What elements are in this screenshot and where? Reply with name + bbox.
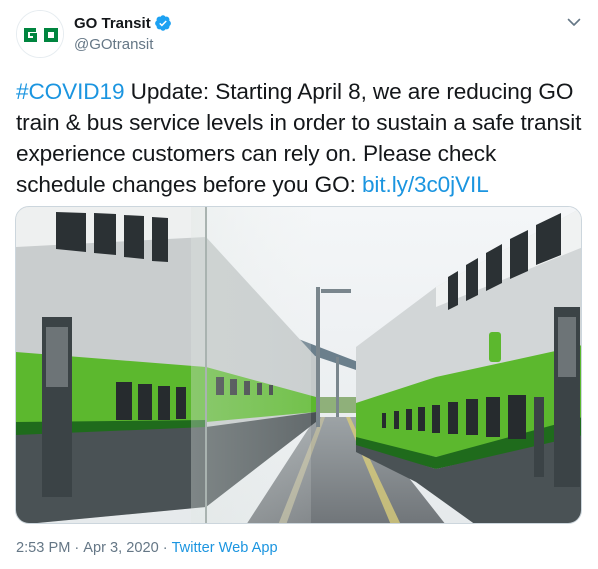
train-platform-photo — [16, 207, 581, 523]
avatar[interactable] — [16, 10, 64, 58]
author-block: GO Transit @GOtransit — [74, 13, 172, 53]
meta-separator: · — [162, 540, 168, 556]
go-transit-logo-icon — [17, 11, 63, 57]
tweet-time[interactable]: 2:53 PM — [16, 540, 70, 556]
tweet-text: #COVID19 Update: Starting April 8, we ar… — [16, 76, 582, 200]
handle[interactable]: @GOtransit — [74, 36, 172, 53]
hashtag-link[interactable]: #COVID19 — [16, 79, 125, 104]
tweet-card: GO Transit @GOtransit #COVID19 Update: S… — [0, 0, 598, 569]
tweet-meta: 2:53 PM · Apr 3, 2020 · Twitter Web App — [16, 540, 278, 556]
tweet-media-photo[interactable] — [15, 206, 582, 524]
short-link[interactable]: bit.ly/3c0jVIL — [362, 172, 489, 197]
display-name[interactable]: GO Transit — [74, 15, 151, 32]
verified-badge-icon — [154, 15, 171, 31]
meta-separator: · — [74, 540, 80, 556]
name-row: GO Transit — [74, 13, 172, 33]
chevron-down-icon[interactable] — [566, 14, 582, 30]
tweet-date[interactable]: Apr 3, 2020 — [83, 540, 158, 556]
tweet-source-link[interactable]: Twitter Web App — [172, 540, 278, 556]
